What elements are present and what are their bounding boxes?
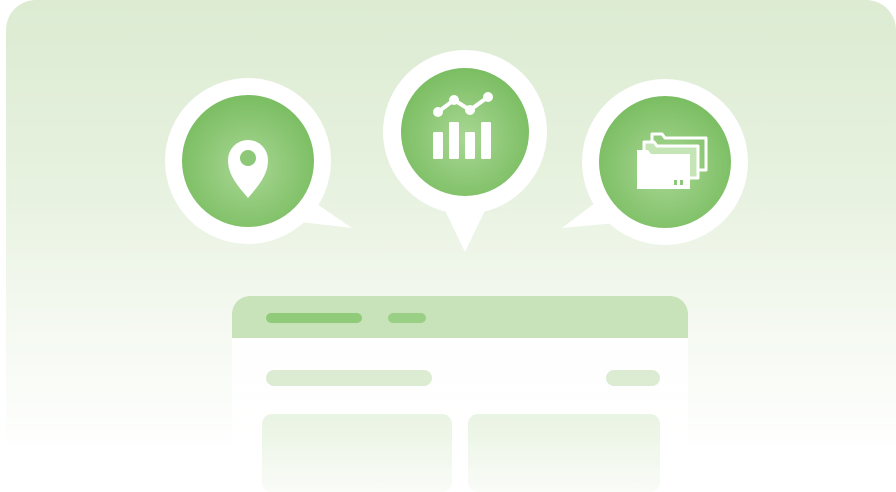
hero-card: [6, 0, 896, 492]
header-tab-placeholder: [388, 313, 426, 323]
analytics-badge: [376, 46, 556, 256]
header-title-placeholder: [266, 313, 362, 323]
fade-overlay: [232, 432, 688, 492]
window-header: [232, 296, 688, 338]
folders-badge: [562, 78, 762, 248]
content-line-placeholder: [266, 370, 432, 386]
content-pill-placeholder: [606, 370, 660, 386]
location-badge: [156, 76, 366, 246]
app-window-mockup: [232, 296, 688, 492]
